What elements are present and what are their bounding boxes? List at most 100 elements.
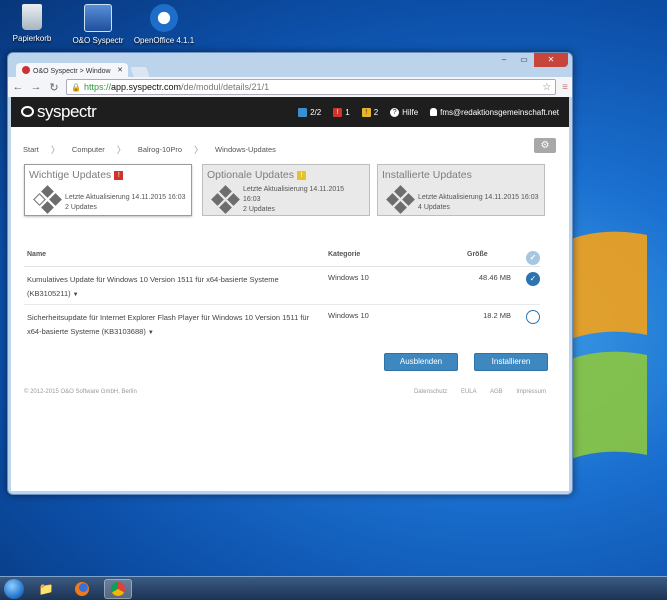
breadcrumb-start[interactable]: Start (23, 145, 39, 154)
desktop-icon-openoffice[interactable]: OpenOffice 4.1.1 (132, 4, 196, 45)
errors-badge[interactable]: ! 1 (333, 107, 350, 117)
row-checkbox[interactable] (526, 310, 540, 324)
card-count: 4 Updates (418, 204, 450, 211)
warnings-badge[interactable]: ! 2 (361, 107, 378, 117)
help-icon: ? (390, 107, 400, 117)
card-last-update: Letzte Aktualisierung 14.11.2015 (243, 186, 345, 193)
logo-icon (21, 106, 34, 117)
maximize-button[interactable]: ▭ (514, 53, 534, 67)
card-optional-updates[interactable]: Optionale Updates! Letzte Aktualisierung… (202, 164, 370, 216)
start-button[interactable] (4, 578, 24, 599)
page-footer: © 2012-2015 O&O Software GmbH, Berlin Da… (24, 389, 546, 395)
settings-button[interactable]: ⚙ (534, 138, 556, 153)
breadcrumb: Start 〉 Computer 〉 Balrog-10Pro 〉 Windows-U… (23, 143, 276, 156)
update-name: Sicherheitsupdate für Internet Explorer … (27, 313, 310, 336)
recycle-bin-icon (22, 4, 42, 30)
warning-icon: ! (361, 107, 371, 117)
updates-table-header: Name Kategorie Größe ✓ (24, 245, 540, 267)
taskbar-firefox[interactable] (68, 579, 96, 599)
desktop-icon-label: OpenOffice 4.1.1 (133, 36, 195, 45)
card-last-update-time: 16:03 (243, 196, 261, 203)
card-count: 2 Updates (243, 206, 275, 213)
tab-close-icon[interactable]: ✕ (117, 66, 123, 74)
computer-icon (298, 107, 308, 117)
user-icon (430, 108, 438, 116)
header-category[interactable]: Kategorie (328, 251, 360, 258)
browser-menu-icon[interactable]: ≡ (562, 82, 568, 93)
user-menu[interactable]: fms@redaktionsgemeinschaft.net (430, 108, 559, 117)
url-scheme: https:// (83, 82, 111, 92)
browser-tab[interactable]: O&O Syspectr > Window ✕ (16, 63, 128, 79)
lock-icon: 🔒 (71, 82, 81, 92)
favicon-icon (22, 66, 30, 74)
browser-window: O&O Syspectr > Window ✕ – ▭ ✕ ← → ↻ 🔒 ht… (7, 52, 573, 495)
header-name[interactable]: Name (27, 251, 46, 258)
copyright: © 2012-2015 O&O Software GmbH, Berlin (24, 389, 137, 395)
install-button[interactable]: Installieren (474, 353, 548, 371)
user-email: fms@redaktionsgemeinschaft.net (440, 107, 559, 117)
logo-text: syspectr (37, 102, 97, 121)
warning-icon: ! (296, 171, 306, 180)
desktop-icon-label: Papierkorb (12, 34, 52, 43)
taskbar-chrome[interactable] (104, 578, 132, 599)
card-important-updates[interactable]: Wichtige Updates! Letzte Aktualisierung … (24, 164, 192, 216)
reload-icon[interactable]: ↻ (48, 81, 60, 94)
hide-button[interactable]: Ausblenden (384, 353, 458, 371)
syspectr-logo[interactable]: syspectr (21, 102, 97, 122)
windows-update-icon (33, 185, 62, 214)
footer-link-privacy[interactable]: Datenschutz (414, 389, 447, 395)
syspectr-app-icon (84, 4, 112, 32)
chevron-right-icon: 〉 (50, 145, 60, 155)
address-bar[interactable]: 🔒 https://app.syspectr.com/de/modul/deta… (66, 79, 557, 95)
gear-icon: ⚙ (540, 140, 550, 151)
caret-down-icon[interactable]: ▼ (148, 330, 154, 336)
select-all-checkbox[interactable]: ✓ (526, 251, 540, 265)
chevron-right-icon: 〉 (194, 145, 204, 155)
folder-icon: 📁 (38, 581, 54, 596)
breadcrumb-computer[interactable]: Computer (72, 145, 105, 154)
url-host: app.syspectr.com (110, 82, 182, 92)
footer-link-eula[interactable]: EULA (461, 389, 476, 395)
desktop-icon-label: O&O Syspectr (72, 36, 124, 45)
header-size[interactable]: Größe (467, 251, 488, 258)
url-path: /de/modul/details/21/1 (181, 82, 270, 92)
taskbar: 📁 (0, 576, 667, 600)
bookmark-star-icon[interactable]: ☆ (542, 82, 551, 93)
update-category: Windows 10 (328, 273, 369, 282)
taskbar-explorer[interactable]: 📁 (32, 579, 60, 599)
windows-update-icon (386, 185, 415, 214)
desktop-icon-syspectr[interactable]: O&O Syspectr (66, 4, 130, 45)
browser-toolbar: ← → ↻ 🔒 https://app.syspectr.com/de/modu… (8, 77, 572, 97)
caret-down-icon[interactable]: ▼ (73, 292, 79, 298)
card-title: Installierte Updates (382, 169, 472, 181)
card-last-update: Letzte Aktualisierung 14.11.2015 16:03 (418, 194, 539, 201)
close-window-button[interactable]: ✕ (534, 53, 568, 67)
footer-link-agb[interactable]: AGB (490, 389, 503, 395)
forward-icon[interactable]: → (30, 81, 42, 93)
card-installed-updates[interactable]: Installierte Updates Letzte Aktualisieru… (377, 164, 545, 216)
help-link[interactable]: ? Hilfe (390, 107, 418, 117)
table-row[interactable]: Sicherheitsupdate für Internet Explorer … (24, 305, 540, 345)
windows-update-icon (211, 185, 240, 214)
chrome-icon (111, 581, 125, 596)
breadcrumb-device[interactable]: Balrog-10Pro (138, 145, 182, 154)
back-icon[interactable]: ← (12, 81, 24, 93)
update-size: 48.46 MB (478, 273, 511, 282)
new-tab-button[interactable] (130, 67, 150, 77)
table-row[interactable]: Kumulatives Update für Windows 10 Versio… (24, 267, 540, 305)
error-icon: ! (333, 107, 343, 117)
window-controls: – ▭ ✕ (494, 53, 568, 67)
card-last-update: Letzte Aktualisierung 14.11.2015 16:03 (65, 194, 186, 201)
tab-title: O&O Syspectr > Window (33, 68, 111, 75)
openoffice-icon (150, 4, 178, 32)
update-name: Kumulatives Update für Windows 10 Versio… (27, 275, 279, 298)
desktop-icon-recycle-bin[interactable]: Papierkorb (0, 4, 64, 43)
minimize-button[interactable]: – (494, 53, 514, 67)
row-checkbox[interactable]: ✓ (526, 272, 540, 286)
card-count: 2 Updates (65, 204, 97, 211)
footer-link-imprint[interactable]: Impressum (516, 389, 546, 395)
error-icon: ! (114, 171, 124, 180)
breadcrumb-current: Windows-Updates (215, 145, 276, 154)
devices-badge[interactable]: 2/2 (298, 107, 322, 117)
devices-count: 2/2 (310, 107, 322, 117)
